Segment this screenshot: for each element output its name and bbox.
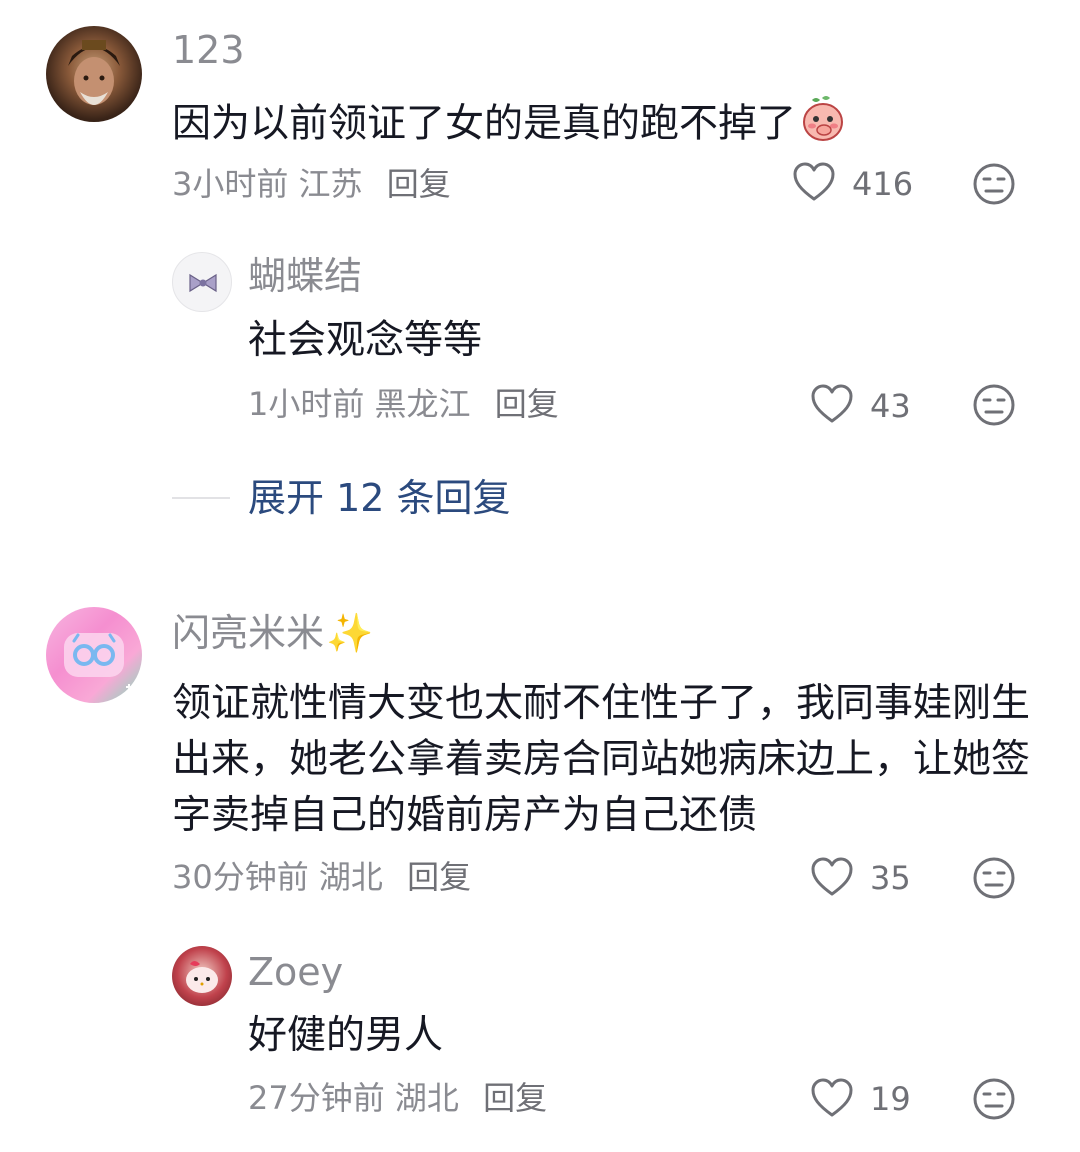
reply-button[interactable]: 回复 <box>407 858 471 896</box>
avatar[interactable] <box>46 607 142 703</box>
like-count: 19 <box>870 1080 911 1118</box>
comment-location: 湖北 <box>318 858 383 896</box>
username[interactable]: Zoey <box>248 953 343 991</box>
avatar[interactable] <box>46 26 142 122</box>
like-count: 35 <box>870 859 911 897</box>
comment-text-body: 因为以前领证了女的是真的跑不掉了 <box>172 101 797 147</box>
comment-time: 3小时前 <box>172 165 289 203</box>
comment-meta: 1小时前 黑龙江 回复 <box>248 388 559 420</box>
username[interactable]: 蝴蝶结 <box>248 257 362 295</box>
heart-icon[interactable] <box>792 162 836 206</box>
username[interactable]: 123 <box>172 31 245 69</box>
sparkles-icon: ✨ <box>326 611 374 655</box>
expand-divider <box>172 497 230 499</box>
comment-time: 1小时前 <box>248 385 365 423</box>
comment-time: 30分钟前 <box>172 858 309 896</box>
avatar[interactable] <box>172 946 232 1006</box>
like-count: 43 <box>870 387 911 425</box>
comment-meta: 30分钟前 湖北 回复 <box>172 861 471 893</box>
comment-location: 湖北 <box>394 1079 459 1117</box>
heart-icon[interactable] <box>810 1078 854 1122</box>
dislike-face-icon[interactable] <box>972 383 1016 431</box>
heart-icon[interactable] <box>810 384 854 428</box>
reply-button[interactable]: 回复 <box>495 385 559 423</box>
dislike-face-icon[interactable] <box>972 1077 1016 1125</box>
dislike-face-icon[interactable] <box>972 856 1016 904</box>
comment-meta: 3小时前 江苏 回复 <box>172 168 451 200</box>
username-text: 闪亮米米 <box>172 611 325 655</box>
comment-text: 领证就性情大变也太耐不住性子了，我同事娃刚生出来，她老公拿着卖房合同站她病床边上… <box>172 681 1031 838</box>
comment-text: 因为以前领证了女的是真的跑不掉了 <box>172 94 1032 158</box>
comment-location: 黑龙江 <box>374 385 471 423</box>
avatar[interactable] <box>172 252 232 312</box>
comment-meta: 27分钟前 湖北 回复 <box>248 1082 547 1114</box>
like-count: 416 <box>852 165 914 203</box>
comment-location: 江苏 <box>298 165 363 203</box>
reply-button[interactable]: 回复 <box>483 1079 547 1117</box>
reply-button[interactable]: 回复 <box>387 165 451 203</box>
dislike-face-icon[interactable] <box>972 162 1016 210</box>
comment-text: 社会观念等等 <box>248 318 483 363</box>
comment-text: 好健的男人 <box>248 1013 444 1058</box>
username[interactable]: 闪亮米米✨ <box>172 614 373 652</box>
comment-time: 27分钟前 <box>248 1079 385 1117</box>
heart-icon[interactable] <box>810 857 854 901</box>
peach-emoji-icon <box>800 94 846 158</box>
expand-replies-button[interactable]: 展开 12 条回复 <box>248 479 511 517</box>
